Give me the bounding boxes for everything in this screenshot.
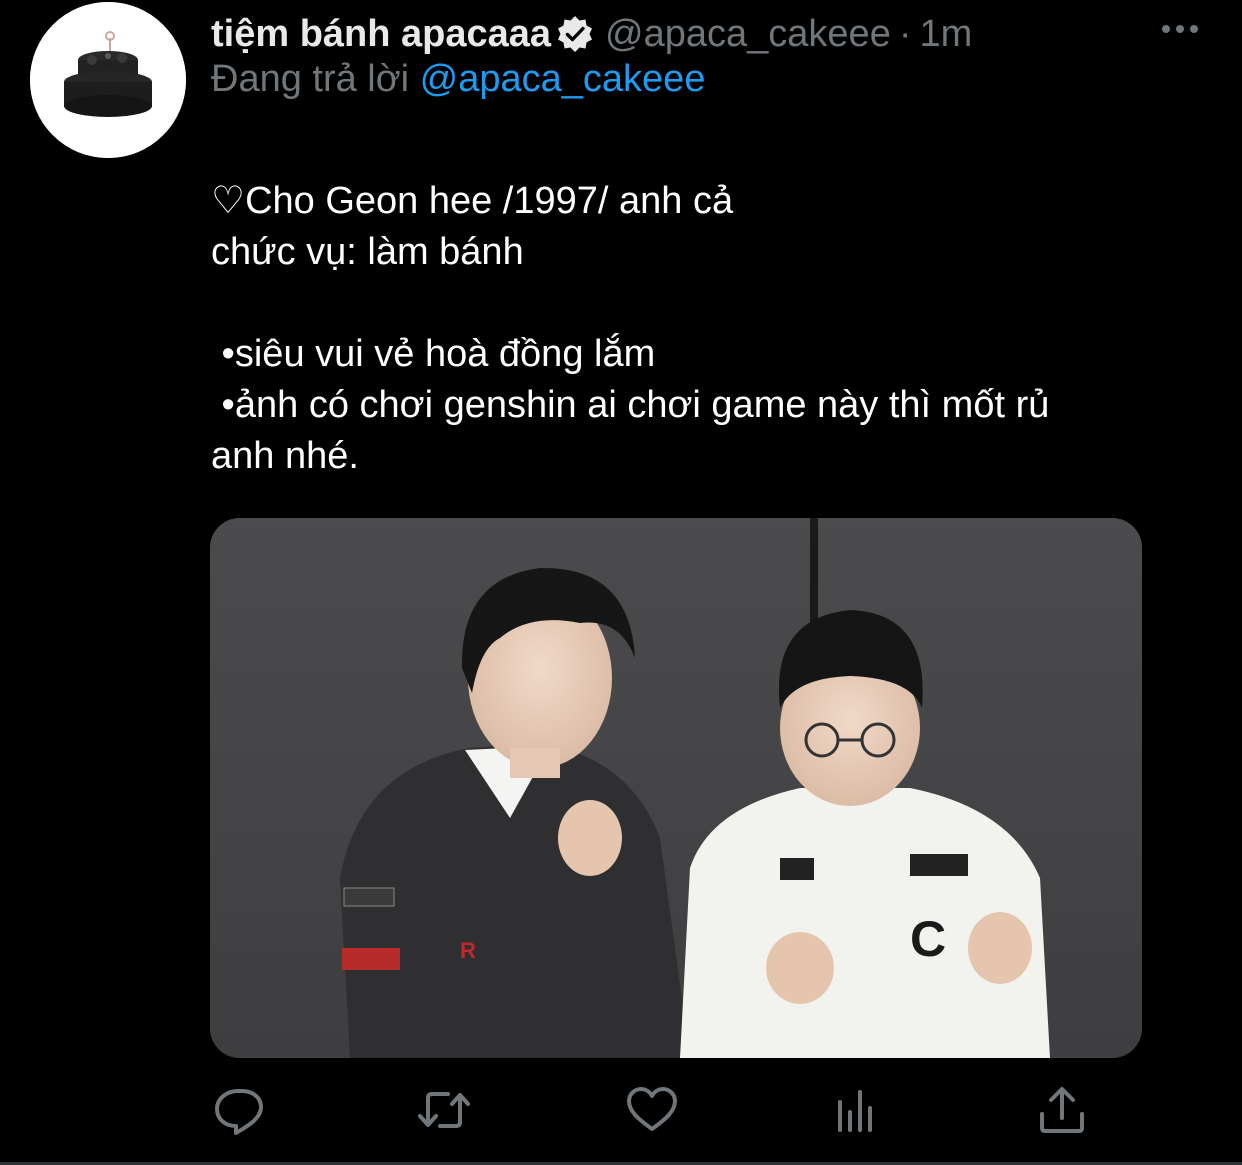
avatar[interactable]	[30, 2, 186, 158]
svg-text:C: C	[910, 911, 946, 967]
timestamp[interactable]: 1m	[919, 13, 972, 56]
display-name[interactable]: tiệm bánh apacaaa	[211, 13, 551, 56]
tweet-photo[interactable]: R C	[210, 518, 1142, 1058]
tweet-line: anh nhé.	[211, 435, 359, 477]
tweet-header: tiệm bánh apacaaa @apaca_cakeee · 1m	[211, 10, 972, 58]
tweet-line: ♡Cho Geon hee /1997/ anh cả	[211, 180, 734, 222]
heart-icon[interactable]	[624, 1082, 680, 1138]
retweet-icon[interactable]	[416, 1082, 472, 1138]
handle[interactable]: @apaca_cakeee	[605, 13, 891, 56]
tweet-line: •siêu vui vẻ hoà đồng lắm	[211, 333, 656, 375]
replying-to: Đang trả lời @apaca_cakeee	[211, 58, 705, 101]
cake-avatar-image	[30, 2, 186, 158]
tweet-line: •ảnh có chơi genshin ai chơi game này th…	[211, 384, 1050, 426]
tweet-text: ♡Cho Geon hee /1997/ anh cả chức vụ: làm…	[211, 176, 1211, 482]
svg-text:R: R	[460, 938, 476, 963]
reply-icon[interactable]	[212, 1082, 268, 1138]
tweet-line: chức vụ: làm bánh	[211, 231, 524, 273]
separator-dot: ·	[898, 12, 912, 55]
tweet-actions	[212, 1082, 1092, 1138]
more-dots-icon[interactable]	[1158, 14, 1202, 44]
reply-to-link[interactable]: @apaca_cakeee	[420, 58, 706, 100]
photo-two-people: R C	[210, 518, 1142, 1058]
reply-prefix: Đang trả lời	[211, 58, 410, 100]
share-icon[interactable]	[1034, 1082, 1090, 1138]
verified-badge-icon	[555, 14, 595, 54]
analytics-icon[interactable]	[828, 1082, 884, 1138]
